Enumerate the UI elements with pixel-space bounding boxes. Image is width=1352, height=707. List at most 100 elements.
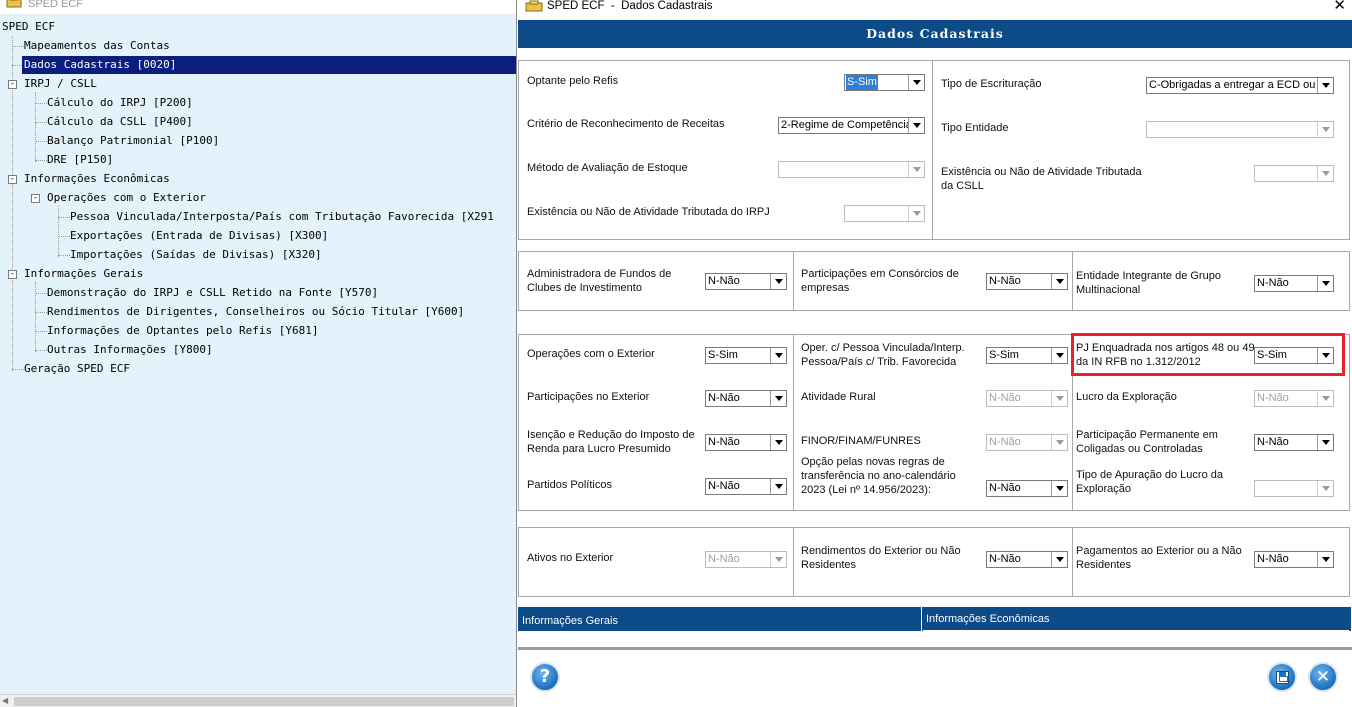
- combo-part-exterior[interactable]: N-Não: [705, 390, 787, 407]
- chevron-down-icon[interactable]: [1051, 552, 1067, 567]
- tree-node-operacoes-exterior[interactable]: Operações com o Exterior: [45, 189, 208, 207]
- chevron-down-icon[interactable]: [770, 274, 786, 289]
- combo-isencao-reducao[interactable]: N-Não: [705, 434, 787, 451]
- floppy-icon: [1276, 671, 1289, 684]
- combo-adm-fundos[interactable]: N-Não: [705, 273, 787, 290]
- dialog-titlebar: SPED ECF - Dados Cadastrais ✕: [517, 0, 1352, 16]
- tree-node-informacoes-gerais[interactable]: Informações Gerais: [22, 265, 145, 283]
- dialog-title: SPED ECF - Dados Cadastrais: [547, 0, 713, 12]
- tree-node-sped-ecf[interactable]: SPED ECF: [0, 18, 57, 36]
- chevron-down-icon[interactable]: [908, 75, 924, 90]
- tree-node-calculo-irpj[interactable]: Cálculo do IRPJ [P200]: [45, 94, 195, 112]
- tree-node-rendimentos-dirigentes[interactable]: Rendimentos de Dirigentes, Conselheiros …: [45, 303, 466, 321]
- combo-tipo-escrituracao[interactable]: C-Obrigadas a entregar a ECD ou e: [1146, 77, 1334, 94]
- tree-node-exportacoes[interactable]: Exportações (Entrada de Divisas) [X300]: [68, 227, 330, 245]
- tree-expander-informacoes-economicas[interactable]: -: [8, 175, 17, 184]
- tree-node-mapeamentos[interactable]: Mapeamentos das Contas: [22, 37, 172, 55]
- combo-consorcios[interactable]: N-Não: [986, 273, 1068, 290]
- tree-node-importacoes[interactable]: Importações (Saídas de Divisas) [X320]: [68, 246, 324, 264]
- chevron-down-icon[interactable]: [1317, 78, 1333, 93]
- scrollbar-thumb[interactable]: [14, 697, 514, 706]
- tree-node-pessoa-vinculada[interactable]: Pessoa Vinculada/Interposta/País com Tri…: [68, 208, 496, 226]
- section-header: Dados Cadastrais: [518, 20, 1352, 48]
- tree-node-dados-cadastrais[interactable]: Dados Cadastrais [0020]: [22, 56, 516, 74]
- combo-pessoa-vinculada[interactable]: S-Sim: [986, 347, 1068, 364]
- label-rend-exterior: Rendimentos do Exterior ou Não Residente…: [801, 545, 961, 571]
- tree-expander-operacoes-exterior[interactable]: -: [31, 194, 40, 203]
- chevron-down-icon[interactable]: [1317, 276, 1333, 291]
- label-pagamentos-exterior: Pagamentos ao Exterior ou a Não Resident…: [1076, 545, 1242, 571]
- tree-window-title: SPED ECF: [28, 0, 84, 10]
- chevron-down-icon[interactable]: [908, 162, 924, 177]
- chevron-down-icon[interactable]: [1051, 348, 1067, 363]
- combo-optante-refis[interactable]: S-Sim: [844, 74, 925, 91]
- tree-node-outras-informacoes[interactable]: Outras Informações [Y800]: [45, 341, 215, 359]
- tab-informacoes-gerais[interactable]: Informações Gerais: [518, 607, 922, 631]
- label-lucro-exploracao: Lucro da Exploração: [1076, 391, 1177, 403]
- label-tipo-escrituracao: Tipo de Escrituração: [941, 78, 1042, 90]
- tree-node-geracao-sped[interactable]: Geração SPED ECF: [22, 360, 132, 378]
- combo-rend-exterior[interactable]: N-Não: [986, 551, 1068, 568]
- chevron-down-icon[interactable]: [1317, 435, 1333, 450]
- combo-tipo-entidade[interactable]: [1146, 121, 1334, 138]
- label-ativos-exterior: Ativos no Exterior: [527, 552, 614, 564]
- tree-expander-irpj-csll[interactable]: -: [8, 80, 17, 89]
- tree-node-optantes-refis[interactable]: Informações de Optantes pelo Refis [Y681…: [45, 322, 321, 340]
- chevron-down-icon[interactable]: [1317, 481, 1333, 496]
- tree-horizontal-scrollbar[interactable]: ◀: [0, 694, 516, 707]
- tree-node-balanco[interactable]: Balanço Patrimonial [P100]: [45, 132, 221, 150]
- chevron-down-icon[interactable]: [908, 118, 924, 133]
- label-atividade-irpj: Existência ou Não de Atividade Tributada…: [527, 206, 770, 218]
- chevron-down-icon[interactable]: [770, 435, 786, 450]
- tree-node-informacoes-economicas[interactable]: Informações Econômicas: [22, 170, 172, 188]
- chevron-down-icon[interactable]: [1051, 481, 1067, 496]
- chevron-down-icon[interactable]: [908, 206, 924, 221]
- chevron-down-icon[interactable]: [1317, 122, 1333, 137]
- tree-node-demonstracao-irpj[interactable]: Demonstração do IRPJ e CSLL Retido na Fo…: [45, 284, 380, 302]
- combo-ativos-exterior[interactable]: N-Não: [705, 551, 787, 568]
- label-atividade-csll: Existência ou Não de Atividade Tributada…: [941, 166, 1142, 192]
- combo-grupo-multinacional[interactable]: N-Não: [1254, 275, 1334, 292]
- combo-tipo-apuracao[interactable]: [1254, 480, 1334, 497]
- chevron-down-icon[interactable]: [1317, 552, 1333, 567]
- tree-node-calculo-csll[interactable]: Cálculo da CSLL [P400]: [45, 113, 195, 131]
- combo-lucro-exploracao[interactable]: N-Não: [1254, 390, 1334, 407]
- label-part-permanente: Participação Permanente em Coligadas ou …: [1076, 429, 1218, 455]
- tree-expander-informacoes-gerais[interactable]: -: [8, 270, 17, 279]
- close-icon[interactable]: ✕: [1333, 0, 1346, 14]
- dados-cadastrais-dialog: SPED ECF - Dados Cadastrais ✕ Dados Cada…: [517, 0, 1352, 707]
- tab-informacoes-economicas[interactable]: Informações Econômicas: [923, 607, 1349, 631]
- combo-op-exterior[interactable]: S-Sim: [705, 347, 787, 364]
- combo-opcao-regras[interactable]: N-Não: [986, 480, 1068, 497]
- combo-pagamentos-exterior[interactable]: N-Não: [1254, 551, 1334, 568]
- chevron-down-icon[interactable]: [770, 479, 786, 494]
- exit-button[interactable]: ✕: [1308, 662, 1338, 692]
- combo-finor[interactable]: N-Não: [986, 434, 1068, 451]
- label-op-exterior: Operações com o Exterior: [527, 348, 655, 360]
- scroll-left-icon[interactable]: ◀: [2, 696, 8, 705]
- combo-atividade-irpj[interactable]: [844, 205, 925, 222]
- combo-criterio-receitas[interactable]: 2-Regime de Competência: [778, 117, 925, 134]
- combo-partidos[interactable]: N-Não: [705, 478, 787, 495]
- label-metodo-estoque: Método de Avaliação de Estoque: [527, 162, 688, 174]
- chevron-down-icon[interactable]: [1317, 166, 1333, 181]
- label-consorcios: Participações em Consórcios de empresas: [801, 268, 959, 294]
- chevron-down-icon[interactable]: [1317, 391, 1333, 406]
- chevron-down-icon[interactable]: [770, 552, 786, 567]
- chevron-down-icon[interactable]: [1051, 391, 1067, 406]
- chevron-down-icon[interactable]: [1051, 435, 1067, 450]
- combo-part-permanente[interactable]: N-Não: [1254, 434, 1334, 451]
- combo-atividade-csll[interactable]: [1254, 165, 1334, 182]
- chevron-down-icon[interactable]: [770, 391, 786, 406]
- chevron-down-icon[interactable]: [1051, 274, 1067, 289]
- tree-node-dre[interactable]: DRE [P150]: [45, 151, 115, 169]
- combo-atividade-rural[interactable]: N-Não: [986, 390, 1068, 407]
- tree-window: SPED ECF - - - - SPED ECF Mapeamentos da…: [0, 0, 517, 707]
- tree-node-irpj-csll[interactable]: IRPJ / CSLL: [22, 75, 99, 93]
- help-button[interactable]: ?: [530, 662, 560, 692]
- save-button[interactable]: [1267, 662, 1297, 692]
- label-atividade-rural: Atividade Rural: [801, 391, 876, 403]
- label-grupo-multinacional: Entidade Integrante de Grupo Multinacion…: [1076, 270, 1221, 296]
- chevron-down-icon[interactable]: [770, 348, 786, 363]
- combo-metodo-estoque[interactable]: [778, 161, 925, 178]
